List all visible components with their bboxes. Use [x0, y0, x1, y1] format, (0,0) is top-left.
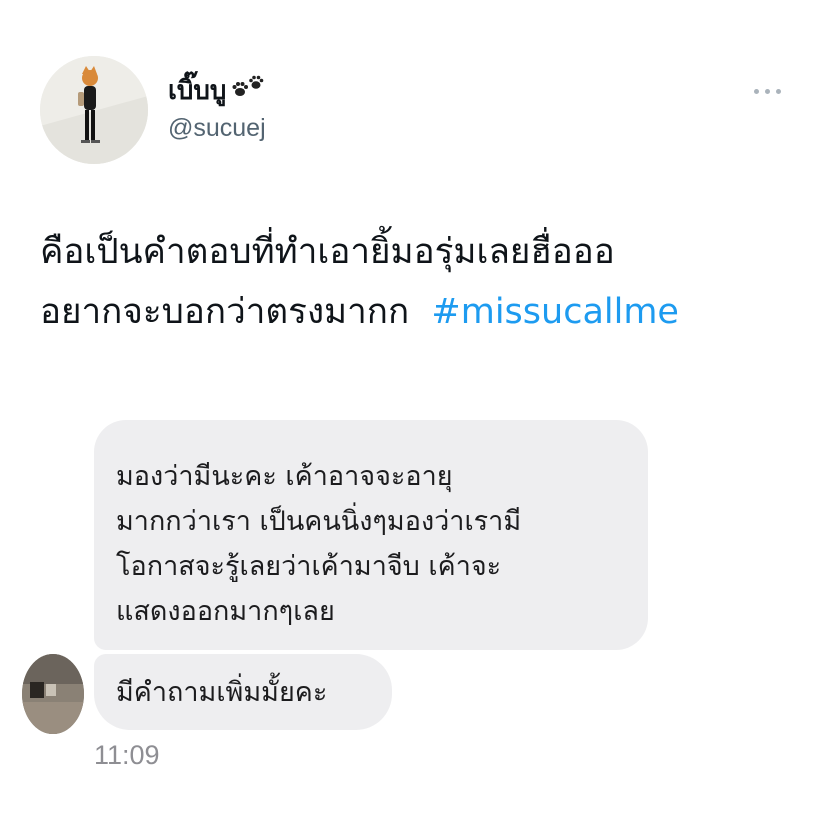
tweet-text: คือเป็นคำตอบที่ทำเอายิ้มอรุ่มเลยฮื่อออ อ…	[40, 222, 800, 342]
chat-message-bubble-2: มีคำถามเพิ่มมั้ยคะ	[94, 654, 392, 730]
display-name-text: เบิ๊บบู	[168, 76, 227, 106]
chat-timestamp: 11:09	[94, 740, 160, 770]
paw-prints-icon	[230, 73, 266, 108]
chat-message-line-4: แสดงออกมากๆเลย	[116, 596, 335, 627]
chat-message-line-3: โอกาสจะรู้เลยว่าเค้ามาจีบ เค้าจะ	[116, 551, 502, 582]
display-name[interactable]: เบิ๊บบู	[168, 70, 266, 111]
chat-message-line-2: มากกว่าเรา เป็นคนนิ่งๆมองว่าเรามี	[116, 506, 522, 537]
chat-message-bubble: มองว่ามีนะคะ เค้าอาจจะอายุ มากกว่าเรา เป…	[94, 420, 648, 650]
tweet-text-line-2: อยากจะบอกว่าตรงมากก #missucallme	[40, 282, 800, 342]
chat-message-line-1: มองว่ามีนะคะ เค้าอาจจะอายุ	[116, 461, 453, 492]
avatar-illustration	[40, 56, 148, 164]
tweet-text-line-1: คือเป็นคำตอบที่ทำเอายิ้มอรุ่มเลยฮื่อออ	[40, 232, 615, 272]
hashtag-link[interactable]: #missucallme	[431, 292, 679, 332]
profile-avatar[interactable]	[40, 56, 148, 164]
chat-sender-avatar	[22, 654, 84, 734]
more-icon[interactable]	[754, 84, 788, 98]
chat-message-2-text: มีคำถามเพิ่มมั้ยคะ	[116, 677, 328, 708]
tweet-text-line-2-text: อยากจะบอกว่าตรงมากก	[40, 292, 410, 332]
user-handle[interactable]: @sucuej	[168, 114, 266, 143]
